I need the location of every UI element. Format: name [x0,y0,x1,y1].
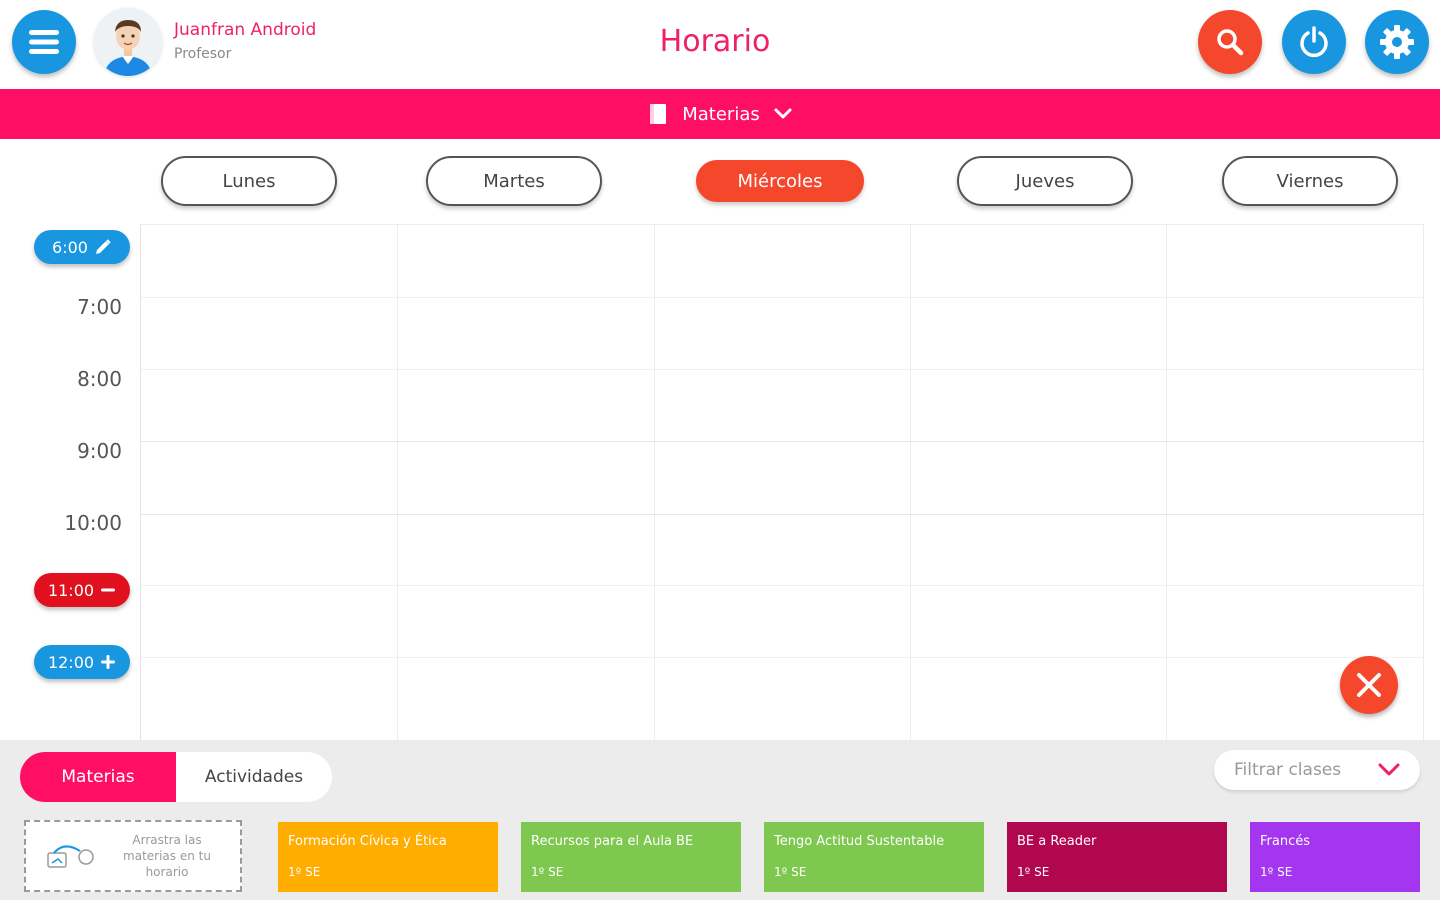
user-name: Juanfran Android [174,20,317,40]
subject-card-grade: 1º SE [1017,865,1050,879]
close-button[interactable] [1340,656,1398,714]
subject-card[interactable]: Francés 1º SE [1250,822,1420,892]
filter-classes-placeholder: Filtrar clases [1234,760,1342,780]
subject-card-grade: 1º SE [531,865,564,879]
grid-row-divider [141,297,1424,298]
panel-tabs: Materias Actividades [20,752,332,802]
time-label-10: 10:00 [64,511,122,535]
day-tab-jueves[interactable]: Jueves [957,156,1133,206]
grid-row-divider [141,514,1424,515]
subject-card-name: Recursos para el Aula BE [531,834,694,849]
search-button[interactable] [1198,10,1262,74]
app-root: Juanfran Android Profesor Horario Materi… [0,0,1440,900]
grid-column-divider [910,225,911,740]
day-tab-viernes[interactable]: Viernes [1222,156,1398,206]
add-hour-button[interactable]: 12:00 [34,645,130,679]
subject-selector-label: Materias [682,103,760,125]
time-add-label: 12:00 [47,652,95,672]
time-label-7: 7:00 [77,295,122,319]
grid-row-divider [141,585,1424,586]
grid-column-divider [654,225,655,740]
grid-row-divider [141,657,1424,658]
user-avatar-icon [94,8,162,76]
schedule-grid[interactable] [140,224,1424,740]
subjects-panel: Materias Actividades Filtrar clases Arra… [0,740,1440,900]
grid-row-divider [141,369,1424,370]
drop-zone[interactable]: Arrastra las materias en tu horario [24,820,242,892]
time-start-edit-button[interactable]: 6:00 [34,230,130,264]
menu-button[interactable] [12,10,76,74]
search-icon [1217,29,1244,56]
minus-icon [101,588,116,592]
subject-card[interactable]: BE a Reader 1º SE [1007,822,1227,892]
close-icon [1357,673,1381,697]
subject-card-grade: 1º SE [774,865,807,879]
subject-selector-bar[interactable]: Materias [0,89,1440,139]
time-start-label: 6:00 [52,237,88,257]
subject-card[interactable]: Tengo Actitud Sustentable 1º SE [764,822,984,892]
grid-column-divider [1166,225,1167,740]
day-tab-miercoles[interactable]: Miércoles [696,160,864,202]
settings-button[interactable] [1365,10,1429,74]
subject-card-name: Francés [1260,834,1311,849]
subject-card-name: Formación Cívica y Ética [288,834,447,849]
power-icon [1300,26,1328,58]
pencil-icon [95,239,111,254]
subject-card-name: BE a Reader [1017,834,1097,849]
time-label-8: 8:00 [77,367,122,391]
time-remove-label: 11:00 [47,580,95,600]
subject-card-grade: 1º SE [288,865,321,879]
avatar[interactable] [94,8,162,76]
chevron-down-icon [774,108,792,119]
chevron-down-icon [1378,763,1400,776]
subject-card[interactable]: Recursos para el Aula BE 1º SE [521,822,741,892]
day-tab-martes[interactable]: Martes [426,156,602,206]
grid-row-divider [141,441,1424,442]
subject-card-name: Tengo Actitud Sustentable [774,834,945,849]
page-title: Horario [659,24,771,59]
drop-zone-hint: Arrastra las materias en tu horario [123,833,211,879]
filter-classes-dropdown[interactable]: Filtrar clases [1214,750,1420,790]
day-tab-lunes[interactable]: Lunes [161,156,337,206]
hamburger-menu-icon [29,30,59,54]
subject-card[interactable]: Formación Cívica y Ética 1º SE [278,822,498,892]
user-role: Profesor [174,46,232,62]
time-label-9: 9:00 [77,439,122,463]
plus-icon [101,655,116,669]
grid-column-divider [1423,225,1424,740]
gear-icon [1380,25,1414,59]
book-icon [650,104,667,124]
drag-hand-icon [47,845,94,868]
power-button[interactable] [1282,10,1346,74]
grid-column-divider [397,225,398,740]
remove-hour-button[interactable]: 11:00 [34,573,130,607]
tab-materias[interactable]: Materias [20,752,176,802]
subject-card-grade: 1º SE [1260,865,1293,879]
tab-actividades[interactable]: Actividades [176,752,332,802]
top-header: Juanfran Android Profesor Horario [0,0,1440,88]
